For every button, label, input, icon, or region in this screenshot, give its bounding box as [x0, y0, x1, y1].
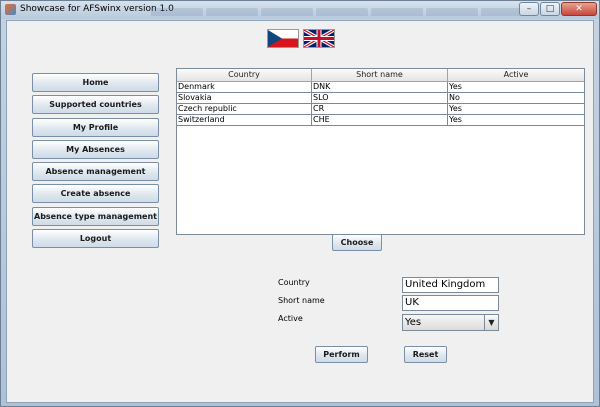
cell-short-name: CHE [312, 115, 448, 125]
table-header: Country Short name Active [177, 69, 584, 82]
column-header-short-name[interactable]: Short name [312, 69, 448, 81]
menu-logout-button[interactable]: Logout [32, 229, 159, 248]
cell-short-name: DNK [312, 82, 448, 92]
choose-button[interactable]: Choose [332, 234, 382, 251]
minimize-button[interactable]: – [519, 2, 539, 16]
table-row[interactable]: Switzerland CHE Yes [177, 115, 584, 126]
chevron-down-icon[interactable]: ▼ [484, 315, 498, 330]
menu-absence-management-button[interactable]: Absence management [32, 162, 159, 181]
czech-flag-icon[interactable] [267, 29, 299, 48]
menu-my-absences-button[interactable]: My Absences [32, 140, 159, 159]
main-panel: Home Supported countries My Profile My A… [6, 20, 594, 403]
active-select[interactable]: Yes ▼ [402, 314, 499, 331]
background-taskbar-tabs [151, 4, 531, 16]
cell-active: No [449, 93, 460, 102]
table-row[interactable]: Denmark DNK Yes [177, 82, 584, 93]
perform-button[interactable]: Perform [315, 346, 368, 363]
menu-supported-countries-button[interactable]: Supported countries [32, 95, 159, 114]
uk-flag-icon[interactable] [303, 29, 335, 48]
active-select-value: Yes [405, 317, 422, 328]
close-button[interactable]: ✕ [561, 2, 597, 16]
short-name-field[interactable]: UK [402, 295, 499, 311]
reset-button[interactable]: Reset [404, 346, 447, 363]
maximize-button[interactable]: □ [540, 2, 560, 16]
cell-country: Slovakia [177, 93, 312, 103]
table-row[interactable]: Czech republic CR Yes [177, 104, 584, 115]
app-window: Showcase for AFSwinx version 1.0 – □ ✕ H… [0, 0, 600, 407]
active-label: Active [278, 314, 303, 323]
cell-active: Yes [449, 82, 462, 91]
menu-my-profile-button[interactable]: My Profile [32, 118, 159, 137]
cell-country: Czech republic [177, 104, 312, 114]
table-row[interactable]: Slovakia SLO No [177, 93, 584, 104]
cell-short-name: SLO [312, 93, 448, 103]
cell-short-name: CR [312, 104, 448, 114]
cell-country: Denmark [177, 82, 312, 92]
menu-absence-type-management-button[interactable]: Absence type management [32, 207, 159, 226]
countries-table[interactable]: Country Short name Active Denmark DNK Ye… [176, 68, 585, 235]
menu-create-absence-button[interactable]: Create absence [32, 184, 159, 203]
country-label: Country [278, 278, 310, 287]
cell-active: Yes [449, 104, 462, 113]
cell-country: Switzerland [177, 115, 312, 125]
country-field[interactable]: United Kingdom [402, 277, 499, 293]
menu-home-button[interactable]: Home [32, 73, 159, 92]
title-bar[interactable]: Showcase for AFSwinx version 1.0 – □ ✕ [1, 1, 599, 19]
app-icon [5, 4, 16, 15]
short-name-label: Short name [278, 296, 325, 305]
cell-active: Yes [449, 115, 462, 124]
column-header-country[interactable]: Country [177, 69, 312, 81]
column-header-active[interactable]: Active [448, 69, 584, 81]
